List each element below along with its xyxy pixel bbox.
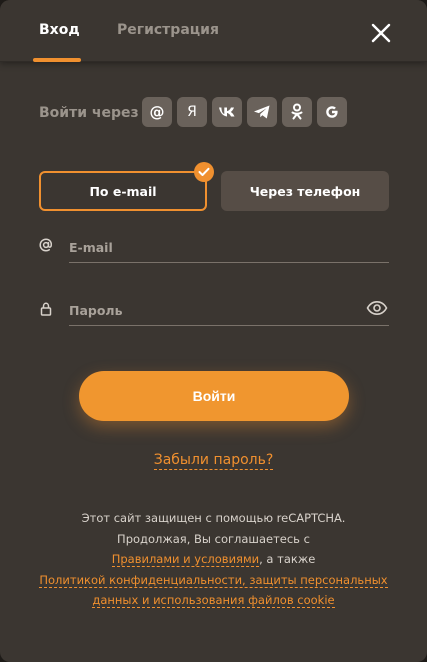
privacy-line-1: Политикой конфиденциальности, защиты пер…	[0, 570, 427, 591]
social-yandex-button[interactable]: Я	[177, 97, 207, 127]
password-input[interactable]	[69, 296, 389, 326]
tab-login[interactable]: Вход	[39, 22, 80, 38]
terms-line: Правилами и условиями, а также	[0, 549, 427, 570]
forgot-password-link-wrap: Забыли пароль?	[0, 452, 427, 470]
tabs-bar: Вход Регистрация	[0, 0, 427, 62]
social-mail-ru-button[interactable]: @	[142, 97, 172, 127]
social-telegram-button[interactable]	[247, 97, 277, 127]
show-password-button[interactable]	[366, 300, 388, 316]
agreement-text: Продолжая, Вы соглашаетесь с	[117, 531, 310, 546]
tab-register[interactable]: Регистрация	[117, 22, 219, 38]
legal-notice: Этот сайт защищен с помощью reCAPTCHA. П…	[0, 508, 427, 611]
privacy-link-part1[interactable]: Политикой конфиденциальности, защиты пер…	[39, 572, 388, 588]
odnoklassniki-icon	[291, 103, 303, 120]
vk-icon	[219, 107, 235, 117]
active-tab-indicator	[33, 58, 81, 62]
privacy-link-part2[interactable]: данных и использования файлов cookie	[92, 593, 335, 608]
social-odnoklassniki-button[interactable]	[282, 97, 312, 127]
check-icon	[198, 167, 210, 176]
terms-link[interactable]: Правилами и условиями	[111, 552, 260, 567]
login-submit-button[interactable]: Войти	[79, 371, 349, 421]
auth-modal: Вход Регистрация Войти через @ Я По e-ma…	[0, 0, 427, 662]
email-input[interactable]	[69, 233, 389, 263]
lock-icon	[40, 302, 52, 316]
mail-ru-icon: @	[149, 102, 165, 121]
login-by-phone-button[interactable]: Через телефон	[221, 171, 389, 211]
recaptcha-notice: Этот сайт защищен с помощью reCAPTCHA.	[81, 511, 346, 525]
telegram-icon	[254, 105, 270, 119]
close-button[interactable]	[370, 22, 392, 44]
selected-check-badge	[194, 162, 214, 182]
close-icon	[371, 23, 391, 43]
google-icon	[326, 106, 338, 118]
yandex-icon: Я	[187, 104, 197, 120]
social-google-button[interactable]	[317, 97, 347, 127]
forgot-password-link[interactable]: Забыли пароль?	[153, 452, 274, 470]
social-vk-button[interactable]	[212, 97, 242, 127]
social-login-label: Войти через	[39, 105, 139, 121]
terms-suffix: , а также	[259, 552, 316, 566]
privacy-line-2: данных и использования файлов cookie	[0, 590, 427, 611]
at-sign-icon	[39, 238, 53, 252]
login-by-email-button[interactable]: По e-mail	[39, 171, 207, 211]
eye-icon	[366, 300, 388, 316]
